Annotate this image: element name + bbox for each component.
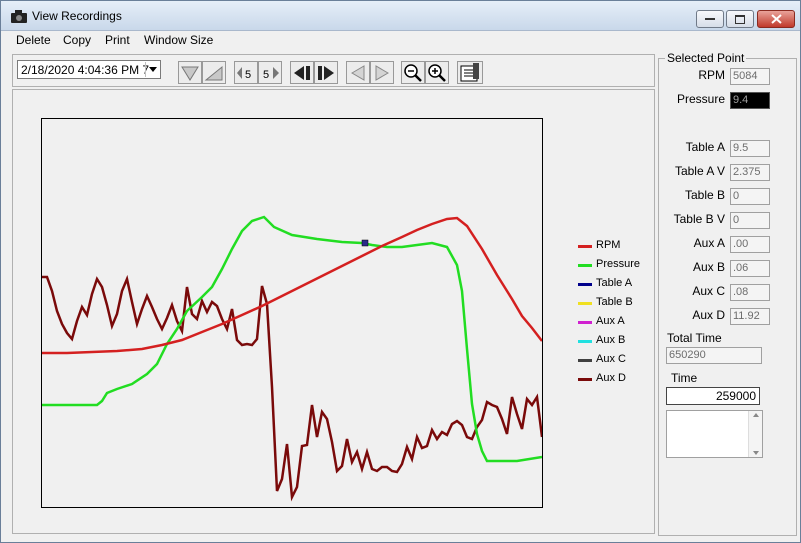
- prev-icon: [351, 64, 365, 81]
- table-a-label: Table A: [685, 140, 725, 154]
- jump-start-icon: [294, 65, 310, 80]
- aux-a-label: Aux A: [693, 236, 725, 250]
- step-forward-button[interactable]: 5: [258, 61, 282, 84]
- step-5-forward-icon: 5: [263, 66, 279, 81]
- aux-b-label: Aux B: [692, 260, 725, 274]
- time-label: Time: [671, 371, 698, 385]
- total-time-label: Total Time: [667, 331, 722, 345]
- notes-scrollbar[interactable]: [748, 411, 762, 457]
- menu-window-size[interactable]: Window Size: [144, 33, 213, 47]
- series-pressure-line: [42, 215, 543, 463]
- scale-up-button[interactable]: [202, 61, 226, 84]
- svg-text:5: 5: [245, 69, 251, 81]
- menu-bar: Delete Copy Print Window Size: [1, 32, 800, 50]
- chevron-down-icon[interactable]: [145, 62, 159, 77]
- camera-icon: [11, 10, 27, 23]
- legend-swatch: [578, 302, 592, 305]
- notes-textarea[interactable]: [666, 410, 763, 458]
- recording-date-select[interactable]: 2/18/2020 4:04:36 PM 7: [17, 60, 161, 79]
- svg-text:5: 5: [263, 69, 269, 81]
- aux-d-label: Aux D: [692, 308, 725, 322]
- menu-delete[interactable]: Delete: [16, 33, 51, 47]
- previous-button[interactable]: [346, 61, 370, 84]
- table-b-v-label: Table B V: [673, 212, 725, 226]
- jump-start-button[interactable]: [290, 61, 314, 84]
- close-button[interactable]: [757, 10, 795, 28]
- series-aux-d-line: [42, 274, 544, 502]
- legend-label: Pressure: [596, 258, 641, 270]
- legend-label: Table B: [596, 296, 633, 308]
- recording-date-value: 2/18/2020 4:04:36 PM 7: [21, 63, 150, 77]
- table-b-v-field[interactable]: 0: [730, 212, 770, 229]
- next-button[interactable]: [370, 61, 394, 84]
- series-rpm-line: [42, 216, 543, 355]
- scale-down-button[interactable]: [178, 61, 202, 84]
- table-a-field[interactable]: 9.5: [730, 140, 770, 157]
- table-a-v-field[interactable]: 2.375: [730, 164, 770, 181]
- notes-button[interactable]: [457, 61, 483, 84]
- maximize-button[interactable]: [726, 10, 754, 28]
- selected-point-marker[interactable]: [361, 239, 369, 247]
- legend-label: Aux C: [596, 353, 626, 365]
- jump-end-button[interactable]: [314, 61, 338, 84]
- table-b-label: Table B: [684, 188, 725, 202]
- legend-label: Aux B: [596, 334, 626, 346]
- zoom-in-button[interactable]: [425, 61, 449, 84]
- notes-icon: [460, 62, 479, 81]
- pressure-field[interactable]: 9.4: [730, 92, 770, 109]
- aux-a-field[interactable]: .00: [730, 236, 770, 253]
- jump-end-icon: [318, 65, 334, 80]
- scale-down-icon: [181, 66, 199, 81]
- title-bar[interactable]: View Recordings: [1, 1, 800, 31]
- rpm-label: RPM: [698, 68, 725, 82]
- table-a-v-label: Table A V: [674, 164, 725, 178]
- minimize-button[interactable]: [696, 10, 724, 28]
- aux-c-field[interactable]: .08: [730, 284, 770, 301]
- next-icon: [375, 64, 389, 81]
- zoom-in-icon: [428, 63, 446, 82]
- scale-up-icon: [204, 65, 223, 80]
- legend-swatch: [578, 283, 592, 286]
- aux-c-label: Aux C: [692, 284, 725, 298]
- aux-d-field[interactable]: 11.92: [730, 308, 770, 325]
- total-time-field[interactable]: 650290: [666, 347, 762, 364]
- legend-swatch: [578, 340, 592, 343]
- step-5-back-icon: 5: [237, 66, 251, 81]
- menu-copy[interactable]: Copy: [63, 33, 91, 47]
- legend-swatch: [578, 264, 592, 267]
- step-back-button[interactable]: 5: [234, 61, 258, 84]
- legend-swatch: [578, 245, 592, 248]
- legend-label: RPM: [596, 239, 621, 251]
- legend-label: Aux A: [596, 315, 625, 327]
- menu-print[interactable]: Print: [105, 33, 130, 47]
- zoom-out-icon: [404, 63, 422, 82]
- table-b-field[interactable]: 0: [730, 188, 770, 205]
- legend-swatch: [578, 359, 592, 362]
- legend-swatch: [578, 378, 592, 381]
- plot-canvas: [42, 215, 544, 502]
- selected-point-title: Selected Point: [665, 51, 747, 65]
- window-title: View Recordings: [32, 9, 122, 23]
- recording-plot[interactable]: [41, 118, 544, 508]
- view-recordings-window: View Recordings Delete Copy Print Window…: [0, 0, 801, 543]
- zoom-out-button[interactable]: [401, 61, 425, 84]
- legend-label: Table A: [596, 277, 633, 289]
- legend-swatch: [578, 321, 592, 324]
- time-field[interactable]: 259000: [666, 387, 760, 405]
- legend-label: Aux D: [596, 372, 626, 384]
- rpm-field[interactable]: 5084: [730, 68, 770, 85]
- pressure-label: Pressure: [676, 92, 725, 106]
- aux-b-field[interactable]: .06: [730, 260, 770, 277]
